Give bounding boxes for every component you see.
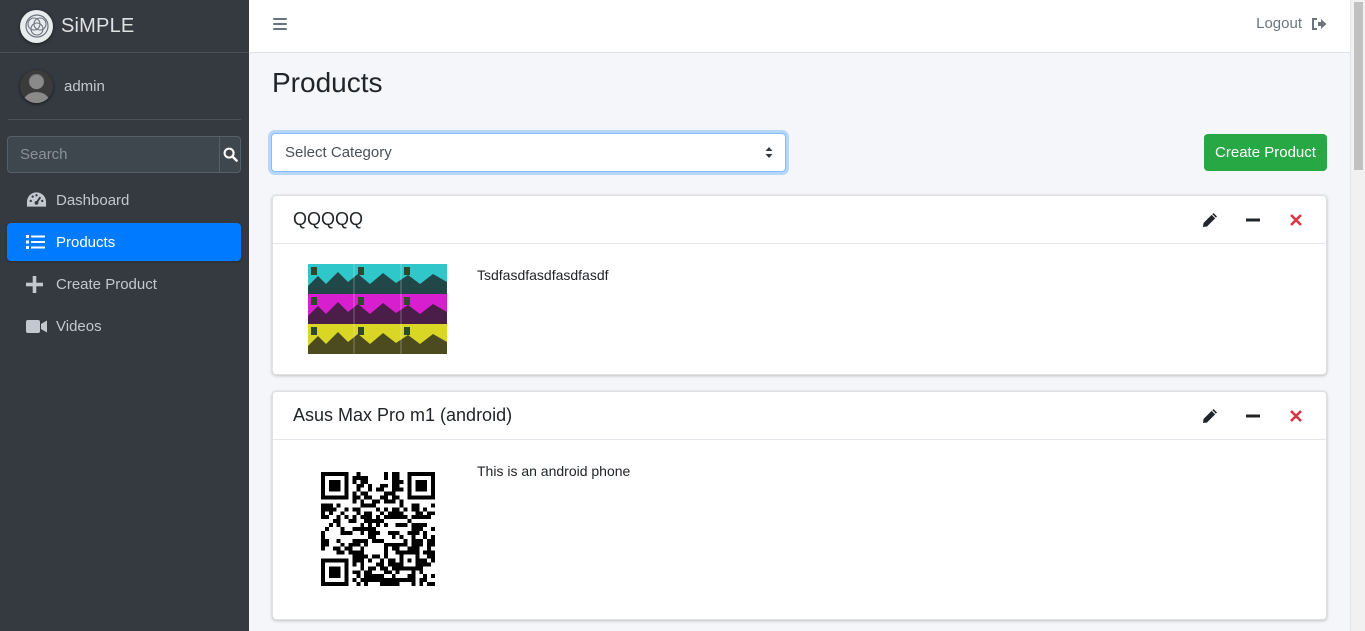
- main-sidebar: SiMPLE admin Search Dashboard Products C…: [0, 0, 249, 631]
- brand-logo-icon: [20, 9, 53, 43]
- close-icon: [1290, 214, 1302, 226]
- delete-button[interactable]: [1288, 212, 1304, 228]
- product-card: Asus Max Pro m1 (android) This is an and…: [272, 391, 1327, 620]
- page-title: Products: [272, 67, 383, 98]
- brand-link[interactable]: SiMPLE: [0, 0, 249, 53]
- sidebar-item-label: Dashboard: [56, 191, 130, 209]
- logout-link[interactable]: Logout: [1256, 15, 1327, 32]
- delete-button[interactable]: [1288, 408, 1304, 424]
- logout-label: Logout: [1256, 15, 1302, 32]
- sidebar-item-videos[interactable]: Videos: [7, 307, 241, 345]
- page-scrollbar[interactable]: [1350, 0, 1365, 631]
- sidebar-item-label: Products: [56, 233, 116, 251]
- sign-out-icon: [1312, 17, 1327, 30]
- card-tools: [1175, 212, 1304, 228]
- pencil-icon: [1203, 409, 1217, 423]
- card-header: QQQQQ: [273, 196, 1326, 244]
- top-navbar: Logout: [249, 0, 1350, 53]
- product-card: QQQQQ Tsdfasdfasdfasdfasdf: [272, 195, 1327, 375]
- scrollbar-thumb[interactable]: [1354, 2, 1363, 170]
- edit-button[interactable]: [1202, 212, 1218, 228]
- plus-icon: [26, 275, 48, 293]
- sidebar-item-dashboard[interactable]: Dashboard: [7, 181, 241, 219]
- sidebar-nav: Dashboard Products Create Product Videos: [7, 181, 241, 349]
- sidebar-search: [7, 136, 241, 173]
- minus-icon: [1246, 218, 1260, 222]
- category-select[interactable]: Select Category: [271, 133, 786, 172]
- pencil-icon: [1203, 213, 1217, 227]
- product-description: This is an android phone: [477, 463, 631, 479]
- sidebar-item-label: Create Product: [56, 275, 157, 293]
- search-button[interactable]: [219, 136, 241, 173]
- menu-toggle-icon[interactable]: [273, 17, 287, 31]
- tachometer-icon: [26, 191, 48, 209]
- card-body: This is an android phone: [273, 440, 1326, 620]
- edit-button[interactable]: [1202, 408, 1218, 424]
- select-arrows-icon: [765, 147, 773, 158]
- product-image: [308, 264, 447, 354]
- category-select-value: Select Category: [285, 144, 392, 161]
- product-name: Asus Max Pro m1 (android): [293, 405, 513, 425]
- sidebar-item-create-product[interactable]: Create Product: [7, 265, 241, 303]
- sidebar-item-products[interactable]: Products: [7, 223, 241, 261]
- user-panel[interactable]: admin: [8, 53, 241, 120]
- create-product-button[interactable]: Create Product: [1204, 134, 1327, 171]
- video-camera-icon: [26, 317, 48, 335]
- sidebar-item-label: Videos: [56, 317, 102, 335]
- user-name[interactable]: admin: [64, 78, 105, 95]
- qr-code-image: [321, 472, 435, 586]
- avatar: [20, 69, 53, 103]
- close-icon: [1290, 410, 1302, 422]
- minus-icon: [1246, 414, 1260, 418]
- card-header: Asus Max Pro m1 (android): [273, 392, 1326, 440]
- collapse-button[interactable]: [1245, 408, 1261, 424]
- list-icon: [26, 233, 48, 251]
- product-description: Tsdfasdfasdfasdfasdf: [477, 267, 609, 283]
- search-input[interactable]: [7, 136, 219, 173]
- brand-name: SiMPLE: [61, 14, 135, 37]
- collapse-button[interactable]: [1245, 212, 1261, 228]
- product-name: QQQQQ: [293, 209, 364, 229]
- search-icon: [223, 147, 238, 162]
- card-body: Tsdfasdfasdfasdfasdf: [273, 244, 1326, 374]
- card-tools: [1175, 408, 1304, 424]
